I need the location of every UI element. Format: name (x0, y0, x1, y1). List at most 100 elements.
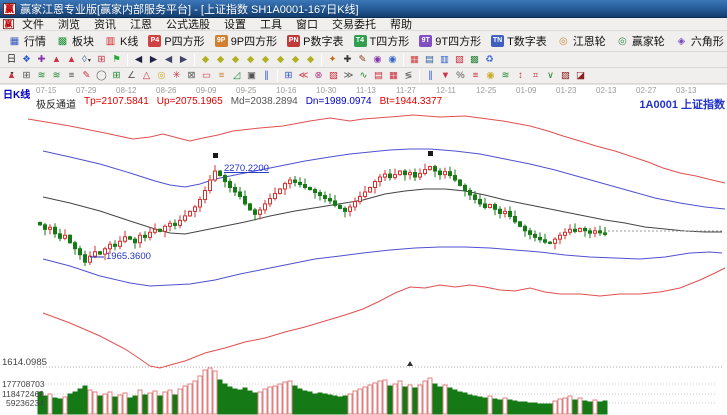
expand-bars-icon[interactable]: ≫ (342, 69, 355, 82)
gann-circle-icon[interactable]: ◎ (155, 69, 168, 82)
diamond-marker-icon-2[interactable]: ◆ (214, 53, 227, 66)
mini-chart-icon[interactable]: ▲ (50, 53, 63, 66)
matrix-icon[interactable]: ▦ (387, 69, 400, 82)
p-number-table-button[interactable]: PNP数字表 (282, 32, 348, 51)
diamond-marker-icon-4[interactable]: ◆ (244, 53, 257, 66)
ninep-square-button[interactable]: 9P9P四方形 (210, 32, 282, 51)
percent-down-icon[interactable]: ▼ (439, 69, 452, 82)
half-box-icon[interactable]: ◪ (574, 69, 587, 82)
sectors-button[interactable]: ▩板块 (51, 32, 99, 51)
menu-item-3[interactable]: 资讯 (87, 16, 123, 32)
zigzag-icon[interactable]: ≶ (402, 69, 415, 82)
wave-icon[interactable]: ≋ (35, 69, 48, 82)
cycle-tool-icon[interactable]: ∿ (357, 69, 370, 82)
menu-item-5[interactable]: 公式选股 (159, 16, 217, 32)
kline-button[interactable]: ▥K线 (99, 32, 143, 51)
ellipse-tool-icon[interactable]: ◯ (95, 69, 108, 82)
circle-tool-icon[interactable]: ✚ (35, 53, 48, 66)
diamond-marker-icon-8[interactable]: ◆ (304, 53, 317, 66)
last-kline-icon[interactable]: ▶ (147, 53, 160, 66)
volume-bar (453, 390, 457, 414)
candle-body (259, 210, 262, 214)
target-icon[interactable]: ◉ (484, 69, 497, 82)
star-tool-icon[interactable]: ✳ (170, 69, 183, 82)
menu-item-7[interactable]: 工具 (253, 16, 289, 32)
compress-bars-icon[interactable]: ≪ (297, 69, 310, 82)
menu-item-2[interactable]: 浏览 (51, 16, 87, 32)
crosshair-icon[interactable]: ✚ (341, 53, 354, 66)
first-kline-icon[interactable]: ◀ (132, 53, 145, 66)
report-icon[interactable]: ▤ (372, 69, 385, 82)
app-logo-icon: 赢 (3, 3, 16, 15)
diamond-marker-icon-6[interactable]: ◆ (274, 53, 287, 66)
menu-item-8[interactable]: 窗口 (289, 16, 325, 32)
fib-grid-icon[interactable]: ⊞ (110, 69, 123, 82)
right-angle-icon[interactable]: ◿ (230, 69, 243, 82)
delete-drawing-icon[interactable]: ⊠ (185, 69, 198, 82)
quotes-button[interactable]: ▦行情 (3, 32, 51, 51)
quote-table-icon[interactable]: ▥ (438, 53, 451, 66)
box-tool-icon[interactable]: ▣ (245, 69, 258, 82)
winner-wheel-button[interactable]: ◎赢家轮 (611, 32, 670, 51)
refresh-icon[interactable]: ♻ (483, 53, 496, 66)
dark-hatch-icon[interactable]: ▨ (559, 69, 572, 82)
menu-item-10[interactable]: 帮助 (383, 16, 419, 32)
draw-pencil-icon[interactable]: ✎ (80, 69, 93, 82)
mini-chart-icon-2[interactable]: ▲ (65, 53, 78, 66)
period-daily-button[interactable]: 日▾ (5, 53, 18, 66)
grid-toggle-icon[interactable]: ⊞ (282, 69, 295, 82)
remove-tool-icon[interactable]: ⊗ (312, 69, 325, 82)
binoculars-icon[interactable]: ◉ (386, 53, 399, 66)
glasses-icon[interactable]: ◉ (371, 53, 384, 66)
calendar-icon[interactable]: ▦ (408, 53, 421, 66)
kline-style-icon[interactable]: ∥ (424, 69, 437, 82)
hatch-tool-icon[interactable]: ▨ (327, 69, 340, 82)
export-icon[interactable]: ▩ (468, 53, 481, 66)
candle-body (419, 173, 422, 177)
channel-lines-icon[interactable]: ≡ (65, 69, 78, 82)
flag-icon[interactable]: ⚑ (110, 53, 123, 66)
t-square-button[interactable]: T4T四方形 (349, 32, 415, 51)
triangle-tool-icon[interactable]: △ (140, 69, 153, 82)
menu-item-4[interactable]: 江恩 (123, 16, 159, 32)
candle-body (229, 182, 232, 188)
volume-bar (553, 401, 557, 414)
main-chart[interactable]: 2270.22001965.36001614.09851777087031184… (0, 85, 727, 415)
calculator-icon[interactable]: ▤ (423, 53, 436, 66)
hexagon-button[interactable]: ◈六角形 (670, 32, 727, 51)
percent-scale-icon[interactable]: % (454, 69, 467, 82)
menu-item-1[interactable]: 文件 (15, 16, 51, 32)
next-kline-icon[interactable]: ▶ (177, 53, 190, 66)
angle-tool-icon[interactable]: ∠ (125, 69, 138, 82)
diamond-marker-icon-1[interactable]: ◆ (199, 53, 212, 66)
pointer-tool-icon[interactable]: ▲ (5, 69, 18, 82)
parallel-lines-icon[interactable]: ∥ (260, 69, 273, 82)
ninet-square-button[interactable]: 9T9T四方形 (414, 32, 486, 51)
pencil-icon[interactable]: ✎ (356, 53, 369, 66)
wave2-icon[interactable]: ≋ (50, 69, 63, 82)
t-number-table-button[interactable]: TNT数字表 (486, 32, 552, 51)
gann-wheel-button[interactable]: ◎江恩轮 (552, 32, 611, 51)
diamond-marker-icon-7[interactable]: ◆ (289, 53, 302, 66)
droplet-tool-icon[interactable]: ◊▾ (80, 53, 93, 66)
bands-icon[interactable]: ≋ (499, 69, 512, 82)
spark-icon[interactable]: ✦ (326, 53, 339, 66)
volume-bar (543, 404, 547, 414)
volume-bar (533, 403, 537, 414)
red-grid-icon[interactable]: ⊞ (95, 53, 108, 66)
square-of-nine-icon[interactable]: ❖ (20, 53, 33, 66)
diamond-marker-icon-5[interactable]: ◆ (259, 53, 272, 66)
vertical-scale-icon[interactable]: ↕ (514, 69, 527, 82)
levels-icon[interactable]: ≡ (469, 69, 482, 82)
gann-grid-icon[interactable]: ⊞ (20, 69, 33, 82)
save-icon[interactable]: ▧ (453, 53, 466, 66)
menu-item-9[interactable]: 交易委托 (325, 16, 383, 32)
menu-item-6[interactable]: 设置 (217, 16, 253, 32)
diamond-marker-icon-3[interactable]: ◆ (229, 53, 242, 66)
hash-grid-icon[interactable]: ⌗ (529, 69, 542, 82)
prev-kline-icon[interactable]: ◀ (162, 53, 175, 66)
hlines-icon[interactable]: ≡ (215, 69, 228, 82)
check-tool-icon[interactable]: ∨ (544, 69, 557, 82)
ruler-icon[interactable]: ▭ (200, 69, 213, 82)
p-square-button[interactable]: P4P四方形 (143, 32, 209, 51)
